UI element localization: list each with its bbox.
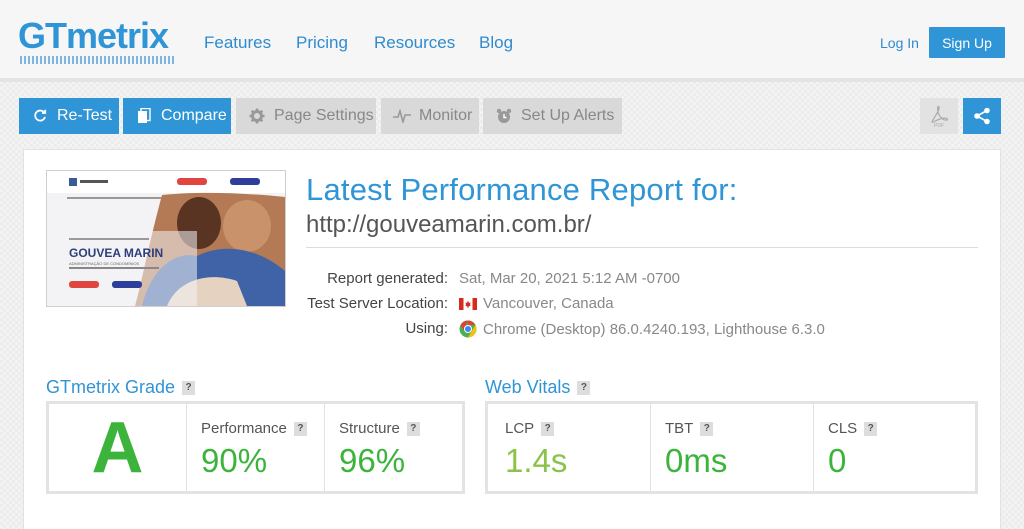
cls-value: 0 — [828, 442, 847, 479]
page-screenshot-thumbnail[interactable]: GOUVEA MARIN ADMINISTRAÇÃO DE CONDOMÍNIO… — [46, 170, 286, 307]
cls-label: CLS — [828, 420, 858, 437]
web-vitals-title: Web Vitals — [485, 377, 571, 397]
web-vitals-box: LCP ? 1.4s TBT ? 0ms CLS ? 0 — [485, 401, 978, 494]
nav-features[interactable]: Features — [204, 33, 271, 53]
set-up-alerts-label: Set Up Alerts — [521, 107, 615, 124]
using-label: Using: — [405, 320, 448, 337]
report-title: Latest Performance Report for: — [306, 172, 738, 207]
help-icon[interactable]: ? — [406, 421, 420, 436]
help-icon[interactable]: ? — [864, 421, 878, 436]
login-link[interactable]: Log In — [880, 35, 919, 51]
lcp-label: LCP — [505, 420, 535, 437]
pdf-download-button[interactable]: PDF — [920, 98, 958, 134]
retest-button[interactable]: Re-Test — [19, 98, 119, 134]
gear-icon — [248, 107, 266, 125]
monitor-button[interactable]: Monitor — [381, 98, 479, 134]
structure-label: Structure — [339, 420, 400, 437]
report-generated-label: Report generated: — [327, 270, 448, 287]
signup-button[interactable]: Sign Up — [929, 27, 1005, 58]
report-url[interactable]: http://gouveamarin.com.br/ — [306, 211, 591, 239]
gtmetrix-grade-heading: GTmetrix Grade ? — [46, 377, 196, 398]
gtmetrix-grade-title: GTmetrix Grade — [46, 377, 176, 397]
lcp-value: 1.4s — [505, 442, 568, 479]
tbt-cell: TBT ? 0ms — [651, 404, 813, 491]
structure-value: 96% — [339, 442, 406, 479]
thumbnail-illustration — [47, 171, 285, 306]
compare-label: Compare — [161, 107, 227, 124]
logo-underline — [20, 56, 174, 64]
using-value: Chrome (Desktop) 86.0.4240.193, Lighthou… — [483, 320, 825, 338]
gtmetrix-logo[interactable]: GTmetrix — [18, 16, 176, 66]
monitor-label: Monitor — [419, 107, 473, 124]
performance-label: Performance — [201, 420, 287, 437]
page-settings-button[interactable]: Page Settings — [236, 98, 376, 134]
nav-resources[interactable]: Resources — [374, 33, 455, 53]
cls-label-row: CLS ? — [828, 420, 878, 437]
tbt-label: TBT — [665, 420, 694, 437]
lcp-cell: LCP ? 1.4s — [488, 404, 650, 491]
performance-cell: Performance ? 90% — [187, 404, 324, 491]
help-icon[interactable]: ? — [182, 380, 196, 395]
compare-icon — [135, 107, 153, 125]
share-button[interactable] — [963, 98, 1001, 134]
tbt-value: 0ms — [665, 442, 728, 479]
test-server-location-value: Vancouver, Canada — [483, 295, 614, 312]
performance-label-row: Performance ? — [201, 420, 307, 437]
canada-flag-icon — [459, 297, 477, 310]
grade-letter: A — [91, 407, 144, 488]
pulse-icon — [393, 107, 411, 125]
thumbnail-brand: GOUVEA MARIN — [69, 246, 164, 260]
report-generated-value: Sat, Mar 20, 2021 5:12 AM -0700 — [459, 270, 680, 287]
help-icon[interactable]: ? — [293, 421, 307, 436]
refresh-icon — [31, 107, 49, 125]
thumbnail-subtitle: ADMINISTRAÇÃO DE CONDOMÍNIOS — [69, 261, 140, 266]
site-header: GTmetrix Features Pricing Resources Blog… — [0, 0, 1024, 82]
svg-text:PDF: PDF — [934, 123, 944, 128]
pdf-icon: PDF — [928, 104, 950, 128]
compare-button[interactable]: Compare — [123, 98, 231, 134]
test-server-location-label: Test Server Location: — [307, 295, 448, 312]
nav-pricing[interactable]: Pricing — [296, 33, 348, 53]
set-up-alerts-button[interactable]: Set Up Alerts — [483, 98, 622, 134]
chrome-icon — [459, 320, 477, 338]
logo-text: GTmetrix — [18, 15, 169, 56]
help-icon[interactable]: ? — [577, 380, 591, 395]
help-icon[interactable]: ? — [700, 421, 714, 436]
cls-cell: CLS ? 0 — [814, 404, 975, 491]
nav-blog[interactable]: Blog — [479, 33, 513, 53]
help-icon[interactable]: ? — [541, 421, 555, 436]
using-browser: Chrome (Desktop) 86.0.4240.193, Lighthou… — [459, 320, 825, 338]
title-divider — [306, 247, 978, 248]
web-vitals-heading: Web Vitals ? — [485, 377, 591, 398]
alarm-clock-icon — [495, 107, 513, 125]
gtmetrix-grade-box: A Performance ? 90% Structure ? 96% — [46, 401, 465, 494]
share-icon — [973, 107, 991, 125]
lcp-label-row: LCP ? — [505, 420, 555, 437]
tbt-label-row: TBT ? — [665, 420, 714, 437]
retest-label: Re-Test — [57, 107, 113, 124]
structure-cell: Structure ? 96% — [325, 404, 462, 491]
page-settings-label: Page Settings — [274, 107, 374, 124]
performance-value: 90% — [201, 442, 268, 479]
structure-label-row: Structure ? — [339, 420, 420, 437]
test-server-location: Vancouver, Canada — [459, 295, 614, 312]
